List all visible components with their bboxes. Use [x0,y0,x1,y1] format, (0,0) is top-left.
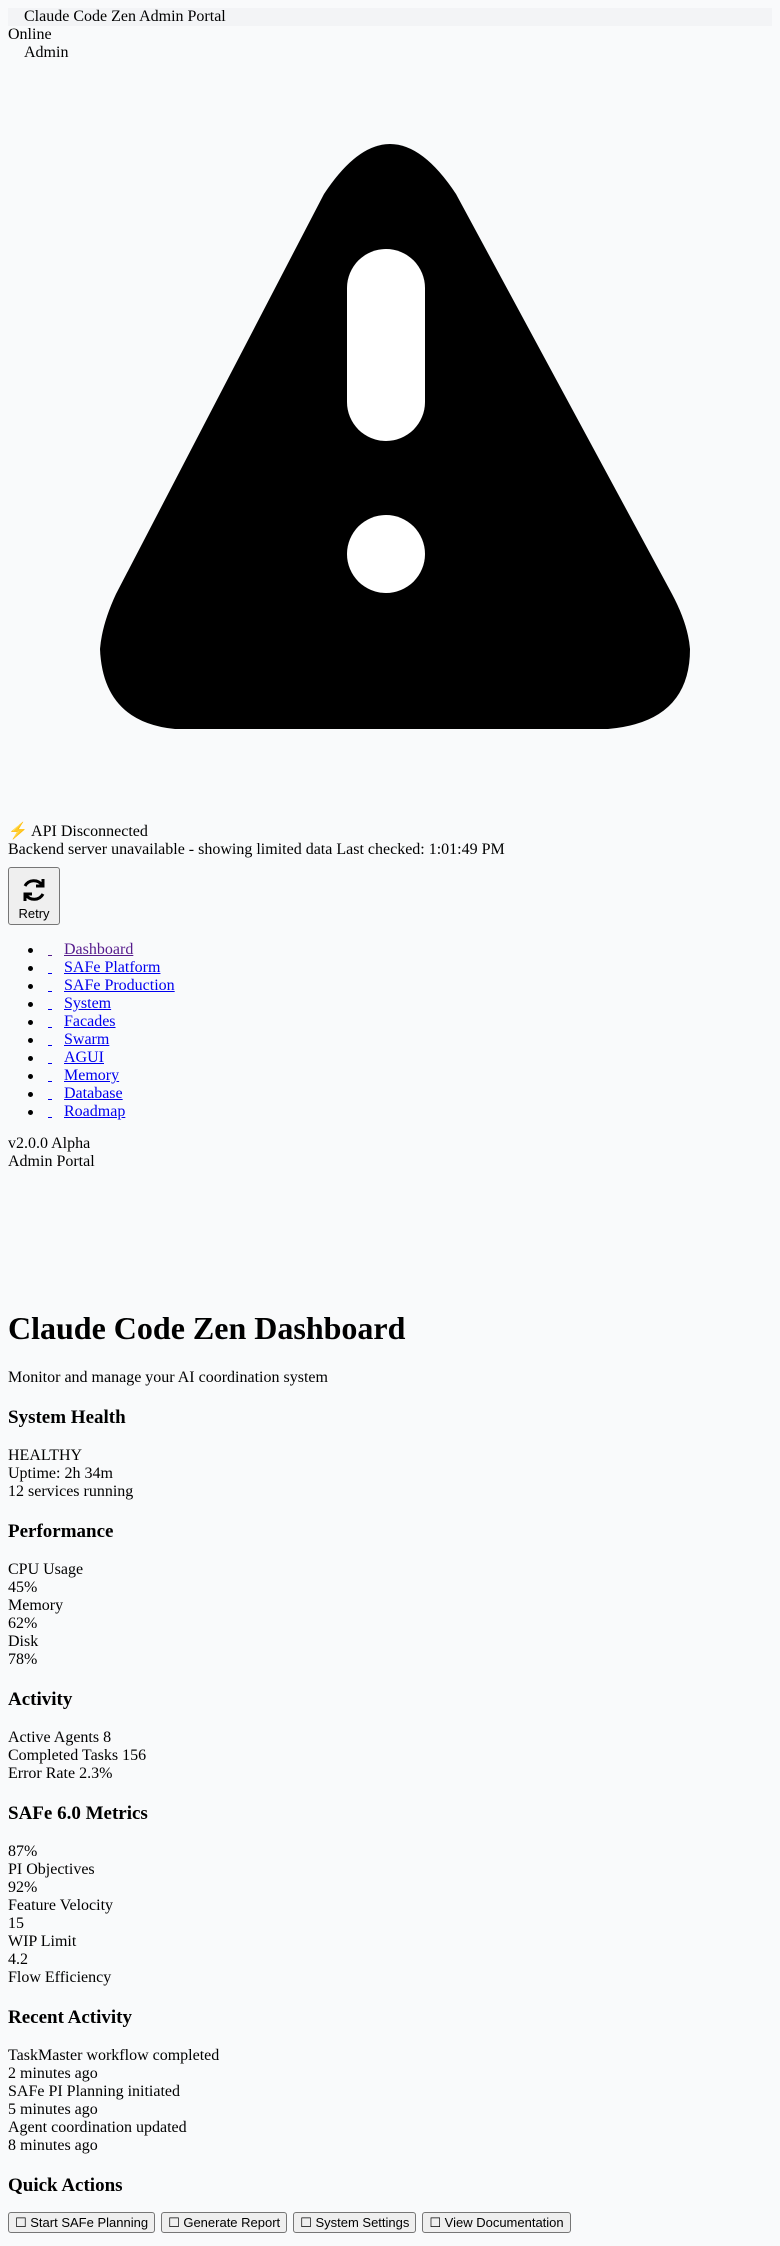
swarm-icon [48,1031,64,1049]
nav-item-system: System [8,995,175,1013]
portal-label: Admin Portal [8,1153,95,1170]
disk-label: Disk [8,1633,39,1650]
activity-item-text: TaskMaster workflow completed [8,2047,220,2064]
page-subtitle: Monitor and manage your AI coordination … [8,1369,328,1386]
nav-item-database: Database [8,1085,175,1103]
nav-item-memory: Memory [8,1067,175,1085]
app-title: Claude Code Zen Admin Portal [24,8,226,25]
nav-link-dashboard[interactable]: Dashboard [48,941,133,958]
platform-icon [48,959,64,977]
quick-actions-heading: Quick Actions [8,2175,123,2196]
nav-item-swarm: Swarm [8,1031,175,1049]
activity-item-text: Agent coordination updated [8,2119,187,2136]
memory-value: 62% [8,1615,38,1632]
user-name: Admin [24,44,69,61]
activity-heading: Activity [8,1689,73,1710]
system-icon [48,995,64,1013]
uptime-text: Uptime: 2h 34m [8,1465,113,1482]
activity-item-time: 2 minutes ago [8,2065,98,2082]
nav-link-safe-production[interactable]: SAFe Production [48,977,175,994]
nav-item-agui: AGUI [8,1049,175,1067]
connection-status: Online [8,26,52,43]
quick-actions-bar: ☐ Start SAFe Planning ☐ Generate Report … [8,2212,573,2233]
nav-item-safe-production: SAFe Production [8,977,175,995]
activity-item-time: 8 minutes ago [8,2137,98,2154]
refresh-icon [23,879,45,901]
retry-button[interactable]: Retry [8,867,60,925]
agui-icon [48,1049,64,1067]
nav-item-safe-platform: SAFe Platform [8,959,175,977]
safe-metrics-heading: SAFe 6.0 Metrics [8,1803,148,1824]
active-agents: Active Agents 8 [8,1729,112,1746]
nav-item-facades: Facades [8,1013,175,1031]
flow-efficiency-value: 4.2 [8,1951,28,1968]
nav-link-swarm[interactable]: Swarm [48,1031,109,1048]
feature-velocity-label: Feature Velocity [8,1897,114,1914]
error-rate: Error Rate 2.3% [8,1765,113,1782]
nav-link-database[interactable]: Database [48,1085,123,1102]
view-documentation-button[interactable]: ☐ View Documentation [422,2212,571,2233]
sidebar-nav: Dashboard SAFe Platform SAFe Production … [8,941,175,1121]
feature-velocity-value: 92% [8,1879,38,1896]
database-icon [48,1085,64,1103]
warning-icon [8,64,772,829]
cpu-label: CPU Usage [8,1561,84,1578]
wip-limit-value: 15 [8,1915,24,1932]
system-health-heading: System Health [8,1407,126,1428]
nav-link-roadmap[interactable]: Roadmap [48,1103,125,1120]
retry-label: Retry [18,906,50,921]
nav-link-safe-platform[interactable]: SAFe Platform [48,959,160,976]
recent-activity-heading: Recent Activity [8,2007,132,2028]
performance-heading: Performance [8,1521,114,1542]
pi-objectives-value: 87% [8,1843,38,1860]
cpu-value: 45% [8,1579,38,1596]
nav-link-memory[interactable]: Memory [48,1067,119,1084]
page-title: Claude Code Zen Dashboard [8,1310,406,1346]
memory-icon [48,1067,64,1085]
version-label: v2.0.0 Alpha [8,1135,91,1152]
wip-limit-label: WIP Limit [8,1933,77,1950]
nav-item-dashboard: Dashboard [8,941,175,959]
nav-item-roadmap: Roadmap [8,1103,175,1121]
completed-tasks: Completed Tasks 156 [8,1747,147,1764]
nav-link-agui[interactable]: AGUI [48,1049,104,1066]
services-text: 12 services running [8,1483,134,1500]
roadmap-icon [48,1103,64,1121]
page: Claude Code Zen Admin Portal Online Admi… [0,0,780,2246]
memory-label: Memory [8,1597,64,1614]
disk-value: 78% [8,1651,38,1668]
health-status: HEALTHY [8,1447,83,1464]
flow-efficiency-label: Flow Efficiency [8,1969,112,1986]
facades-icon [48,1013,64,1031]
activity-item-time: 5 minutes ago [8,2101,98,2118]
production-icon [48,977,64,995]
generate-report-button[interactable]: ☐ Generate Report [161,2212,288,2233]
dashboard-icon [48,941,64,959]
system-settings-button[interactable]: ☐ System Settings [293,2212,417,2233]
start-safe-planning-button[interactable]: ☐ Start SAFe Planning [8,2212,156,2233]
nav-link-facades[interactable]: Facades [48,1013,116,1030]
nav-link-system[interactable]: System [48,995,111,1012]
pi-objectives-label: PI Objectives [8,1861,95,1878]
activity-item-text: SAFe PI Planning initiated [8,2083,180,2100]
api-status-message: Backend server unavailable - showing lim… [8,841,505,858]
api-status-title: ⚡ API Disconnected [8,823,148,840]
top-header: Claude Code Zen Admin Portal [8,8,772,26]
